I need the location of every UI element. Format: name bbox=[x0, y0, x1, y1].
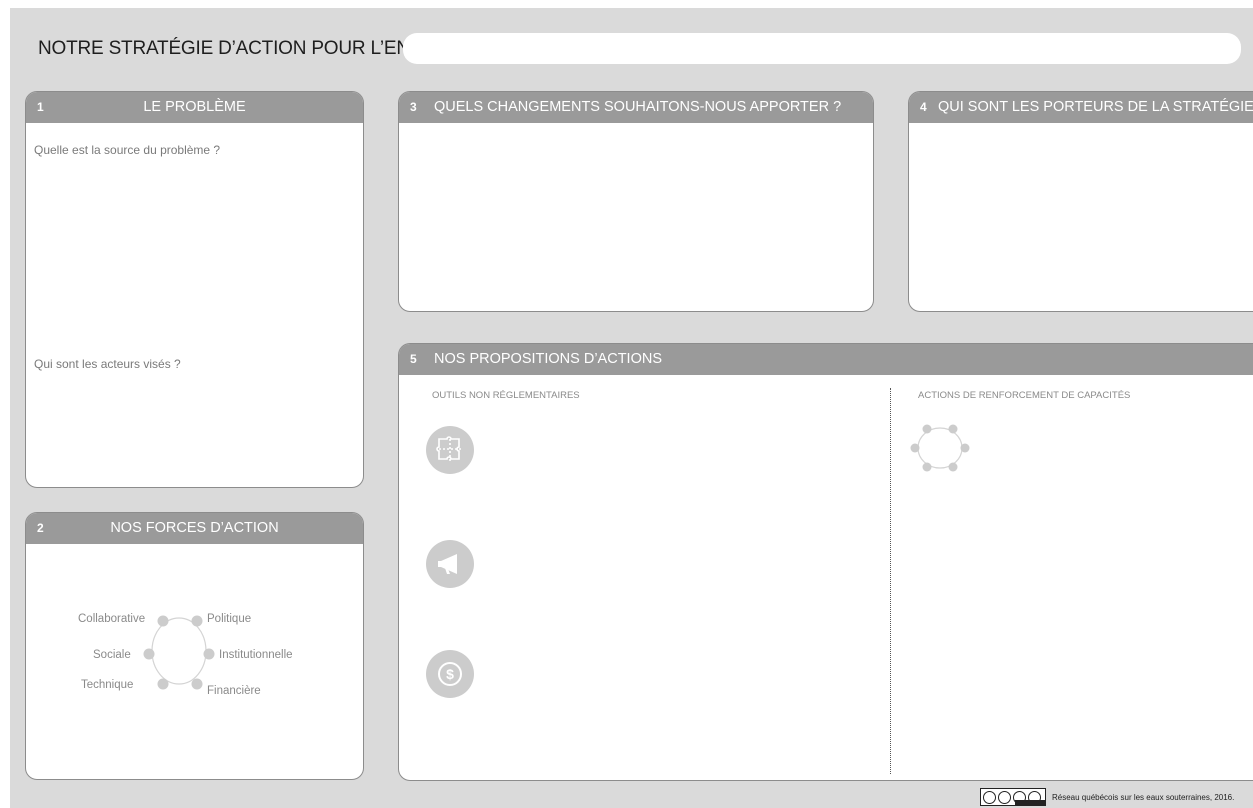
issue-input[interactable] bbox=[403, 33, 1241, 64]
panel-changes-header: 3 QUELS CHANGEMENTS SOUHAITONS-NOUS APPO… bbox=[399, 92, 873, 123]
force-label-financiere: Financière bbox=[207, 685, 261, 697]
panel-carriers: 4 QUI SONT LES PORTEURS DE LA STRATÉGIE … bbox=[908, 91, 1253, 312]
force-label-politique: Politique bbox=[207, 613, 252, 625]
panel-carriers-header: 4 QUI SONT LES PORTEURS DE LA STRATÉGIE … bbox=[909, 92, 1253, 123]
footer-credit: Réseau québécois sur les eaux souterrain… bbox=[1052, 792, 1235, 802]
panel-proposals: 5 NOS PROPOSITIONS D’ACTIONS OUTILS NON … bbox=[398, 343, 1253, 781]
cc-by-nc-sa-icon bbox=[980, 788, 1046, 806]
panel-number: 5 bbox=[410, 352, 417, 366]
panel-number: 4 bbox=[920, 100, 927, 114]
megaphone-icon bbox=[426, 540, 474, 588]
panel-problem: 1 LE PROBLÈME Quelle est la source du pr… bbox=[25, 91, 364, 488]
capacity-cycle-icon bbox=[910, 424, 970, 472]
force-label-sociale: Sociale bbox=[93, 649, 131, 661]
force-label-institutionnelle: Institutionnelle bbox=[219, 649, 293, 661]
panel-proposals-header: 5 NOS PROPOSITIONS D’ACTIONS bbox=[399, 344, 1253, 375]
question-source: Quelle est la source du problème ? bbox=[34, 143, 221, 157]
forces-cycle-icon bbox=[143, 615, 215, 690]
panel-changes: 3 QUELS CHANGEMENTS SOUHAITONS-NOUS APPO… bbox=[398, 91, 874, 312]
panel-title: NOS PROPOSITIONS D’ACTIONS bbox=[434, 351, 662, 367]
panel-title: NOS FORCES D’ACTION bbox=[110, 520, 279, 536]
question-actors: Qui sont les acteurs visés ? bbox=[34, 357, 181, 371]
right-column-heading: ACTIONS DE RENFORCEMENT DE CAPACITÉS bbox=[918, 390, 1131, 401]
svg-text:$: $ bbox=[446, 666, 454, 682]
panel-forces-header: 2 NOS FORCES D’ACTION bbox=[26, 513, 363, 544]
panel-number: 3 bbox=[410, 100, 417, 114]
puzzle-icon bbox=[426, 426, 474, 474]
page-title: NOTRE STRATÉGIE D’ACTION POUR L’ENJEU : bbox=[38, 38, 456, 59]
force-label-collaborative: Collaborative bbox=[78, 613, 146, 625]
left-column-heading: OUTILS NON RÉGLEMENTAIRES bbox=[432, 390, 580, 401]
panel-problem-header: 1 LE PROBLÈME bbox=[26, 92, 363, 123]
column-divider bbox=[890, 388, 891, 774]
force-label-technique: Technique bbox=[81, 679, 134, 691]
dollar-icon: $ bbox=[426, 650, 474, 698]
panel-title: QUELS CHANGEMENTS SOUHAITONS-NOUS APPORT… bbox=[434, 99, 842, 115]
footer: Réseau québécois sur les eaux souterrain… bbox=[980, 788, 1234, 806]
panel-title: LE PROBLÈME bbox=[143, 99, 246, 115]
panel-forces: 2 NOS FORCES D’ACTION Collaborative Poli… bbox=[25, 512, 364, 780]
panel-title: QUI SONT LES PORTEURS DE LA STRATÉGIE ? bbox=[938, 99, 1253, 115]
